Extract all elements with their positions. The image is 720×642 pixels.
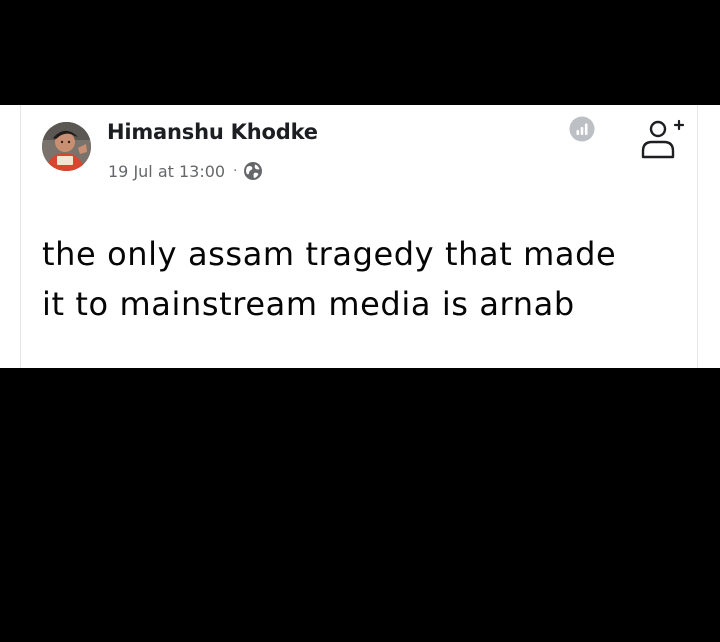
avatar-photo	[42, 122, 91, 171]
author-name[interactable]: Himanshu Khodke	[107, 120, 318, 144]
card-border-right	[697, 105, 698, 368]
card-border-left	[20, 105, 21, 368]
insights-icon[interactable]	[569, 116, 595, 142]
post-card: Himanshu Khodke 19 Jul at 13:00 · the on…	[0, 105, 720, 368]
post-timestamp[interactable]: 19 Jul at 13:00	[108, 162, 225, 181]
meta-separator: ·	[233, 163, 238, 179]
globe-icon[interactable]	[243, 161, 263, 181]
post-text-line-2: it to mainstream media is arnab	[42, 285, 575, 323]
avatar[interactable]	[42, 122, 91, 171]
add-friend-icon[interactable]	[638, 115, 684, 161]
post-text-line-1: the only assam tragedy that made	[42, 235, 617, 273]
post-text: the only assam tragedy that made it to m…	[42, 229, 692, 329]
post-meta: 19 Jul at 13:00 ·	[108, 160, 263, 182]
